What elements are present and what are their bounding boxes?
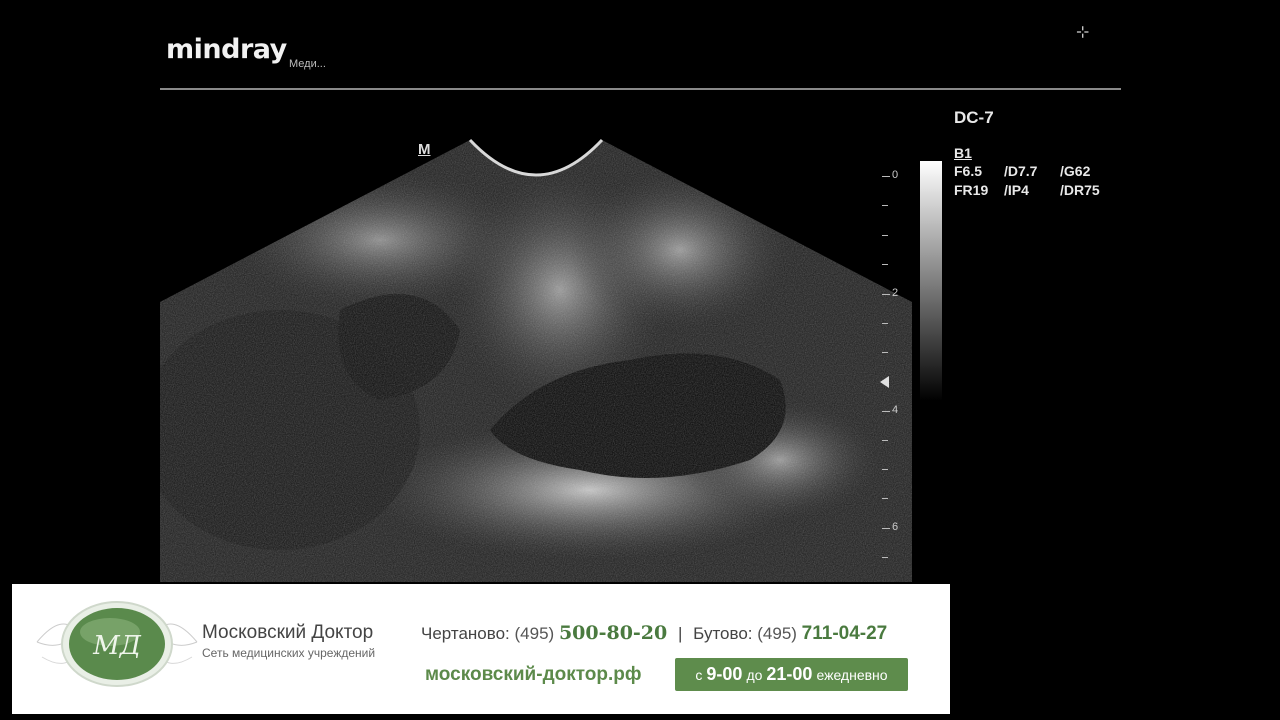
- depth-tick: [882, 235, 888, 236]
- phone1-number: 500-80-20: [558, 622, 668, 644]
- depth-tick: [882, 557, 888, 558]
- grayscale-bar: [920, 161, 942, 401]
- depth-label-4: 4: [892, 404, 899, 416]
- params-row-1: F6.5 /D7.7 /G62: [954, 163, 1090, 179]
- param-gain: /G62: [1060, 163, 1091, 179]
- param-framerate: FR19: [954, 182, 989, 198]
- clinic-banner: МД Московский Доктор Сеть медицинских уч…: [12, 584, 950, 714]
- param-dynamic-range: /DR75: [1060, 182, 1100, 198]
- param-frequency: F6.5: [954, 163, 983, 179]
- phone2-code: (495): [757, 624, 797, 643]
- ultrasound-screen: mindray Меди... ⊹ M 0 2 4 6 DC-7 B1 F6.5…: [0, 0, 1280, 720]
- depth-tick: [882, 528, 890, 529]
- depth-scale: 0 2 4 6: [876, 160, 916, 580]
- crosshair-icon: ⊹: [1076, 24, 1090, 41]
- phone1-code: (495): [514, 624, 555, 643]
- hours-suffix: ежедневно: [816, 666, 888, 683]
- opening-hours: с 9-00 до 21-00 ежедневно: [675, 658, 908, 691]
- hours-to: 21-00: [766, 664, 813, 684]
- hours-prefix: с: [695, 666, 703, 683]
- focus-marker-icon: [880, 376, 889, 388]
- phone-line: Чертаново: (495) 500-80-20 | Бутово: (49…: [421, 622, 887, 645]
- ultrasound-image: [160, 138, 912, 582]
- depth-tick: [882, 176, 890, 177]
- phone1-label: Чертаново:: [421, 624, 510, 643]
- header-divider: [160, 88, 1121, 90]
- depth-label-6: 6: [892, 521, 899, 533]
- depth-tick: [882, 469, 888, 470]
- brand-logo: mindray: [166, 34, 287, 65]
- depth-tick: [882, 411, 890, 412]
- hours-mid: до: [746, 666, 763, 683]
- clinic-name: Московский Доктор: [202, 622, 374, 643]
- depth-tick: [882, 264, 888, 265]
- depth-tick: [882, 352, 888, 353]
- phone-separator: |: [678, 624, 683, 643]
- orientation-marker: M: [418, 141, 431, 158]
- clinic-emblem-icon: МД: [36, 601, 198, 687]
- brand-subtitle: Меди...: [289, 58, 326, 70]
- clinic-subtitle: Сеть медицинских учреждений: [202, 646, 376, 660]
- depth-tick: [882, 205, 888, 206]
- params-row-2: FR19 /IP4 /DR75: [954, 182, 1100, 198]
- phone2-label: Бутово:: [693, 624, 753, 643]
- clinic-website: московский-доктор.рф: [425, 664, 642, 685]
- depth-tick: [882, 294, 890, 295]
- imaging-mode: B1: [954, 145, 972, 161]
- depth-tick: [882, 498, 888, 499]
- hours-from: 9-00: [706, 664, 743, 684]
- probe-name: DC-7: [954, 108, 994, 127]
- emblem-letters: МД: [92, 631, 142, 661]
- depth-label-2: 2: [892, 287, 899, 299]
- depth-tick: [882, 440, 888, 441]
- param-depth: /D7.7: [1004, 163, 1038, 179]
- depth-label-0: 0: [892, 169, 899, 181]
- depth-tick: [882, 323, 888, 324]
- param-ip: /IP4: [1004, 182, 1029, 198]
- phone2-number: 711-04-27: [801, 623, 888, 644]
